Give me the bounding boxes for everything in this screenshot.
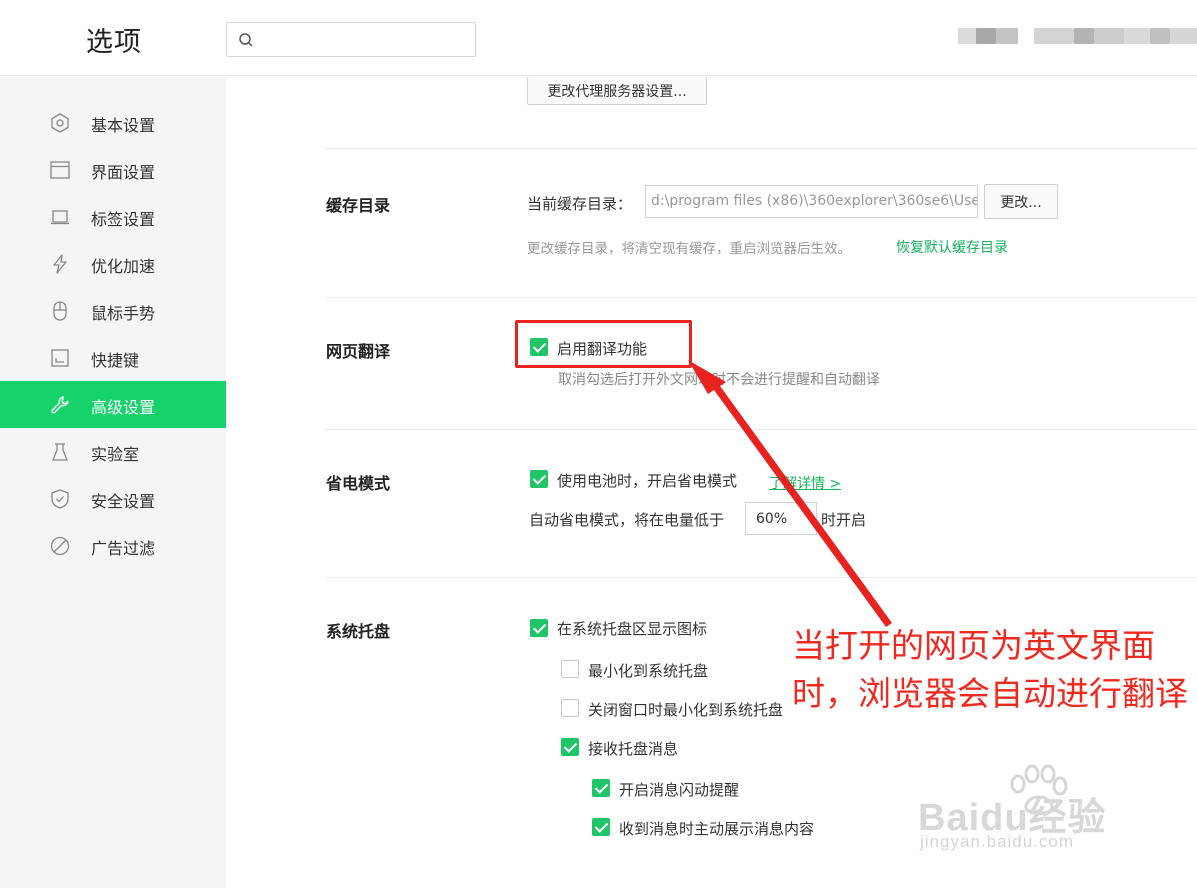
annotation-line: 当打开的网页为英文界面 — [792, 626, 1155, 665]
tray-option-label: 开启消息闪动提醒 — [619, 781, 740, 799]
sidebar-item-label: 实验室 — [91, 445, 140, 464]
change-cache-button[interactable]: 更改... — [984, 184, 1058, 219]
section-title-power: 省电模式 — [326, 474, 391, 493]
search-input[interactable] — [263, 27, 468, 52]
cache-hint-text: 更改缓存目录，将清空现有缓存，重启浏览器后生效。 — [527, 241, 851, 257]
baidu-watermark: Baidu经验 jingyan.baidu.com — [918, 762, 1158, 862]
hexagon-settings-icon — [51, 113, 69, 133]
tray-flash-alert-checkbox[interactable] — [592, 779, 610, 797]
section-divider — [325, 429, 1197, 430]
section-divider — [325, 577, 1197, 578]
sidebar-item-label: 快捷键 — [91, 351, 140, 370]
shield-icon — [51, 489, 69, 509]
sidebar-item-label: 安全设置 — [91, 492, 156, 511]
sidebar-item-label: 广告过滤 — [91, 539, 156, 558]
battery-threshold-select[interactable]: 60% — [745, 502, 817, 535]
sidebar-item-security[interactable]: 安全设置 — [0, 475, 226, 522]
section-divider — [325, 148, 1197, 149]
search-box[interactable] — [226, 22, 476, 57]
cache-current-label: 当前缓存目录： — [527, 195, 633, 213]
power-saving-label: 使用电池时，开启省电模式 — [557, 472, 738, 490]
sidebar-item-optimize[interactable]: 优化加速 — [0, 240, 226, 287]
sidebar-item-advanced[interactable]: 高级设置 — [0, 381, 226, 428]
header-bar: 选项 — [0, 0, 1197, 76]
mouse-icon — [53, 301, 67, 321]
section-title-translate: 网页翻译 — [326, 342, 391, 361]
wrench-icon — [51, 396, 69, 414]
sidebar-item-label: 鼠标手势 — [91, 304, 156, 323]
battery-threshold-value: 60% — [756, 511, 788, 527]
annotation-text: 当打开的网页为英文界面 时，浏览器会自动进行翻译 — [792, 622, 1188, 718]
search-icon — [239, 33, 253, 47]
auto-power-suffix: 时开启 — [821, 511, 867, 529]
section-divider — [325, 297, 1197, 298]
tray-option-label: 收到消息时主动展示消息内容 — [619, 820, 815, 838]
sidebar-item-mouse-gesture[interactable]: 鼠标手势 — [0, 287, 226, 334]
tray-show-icon-checkbox[interactable] — [530, 619, 548, 637]
block-icon — [50, 536, 70, 556]
tray-show-content-checkbox[interactable] — [592, 818, 610, 836]
sidebar-item-lab[interactable]: 实验室 — [0, 428, 226, 475]
sidebar-item-label: 优化加速 — [91, 257, 156, 276]
translate-hint-text: 取消勾选后打开外文网站时不会进行提醒和自动翻译 — [558, 372, 880, 388]
sidebar-item-tabs[interactable]: 标签设置 — [0, 193, 226, 240]
section-title-cache: 缓存目录 — [326, 196, 391, 215]
tray-minimize-checkbox[interactable] — [561, 660, 579, 678]
tray-option-label: 接收托盘消息 — [588, 740, 679, 758]
section-title-tray: 系统托盘 — [326, 622, 391, 641]
tray-option-label: 关闭窗口时最小化到系统托盘 — [588, 701, 784, 719]
sidebar-item-interface[interactable]: 界面设置 — [0, 146, 226, 193]
sidebar-item-label: 高级设置 — [91, 398, 156, 417]
tray-close-minimize-checkbox[interactable] — [561, 699, 579, 717]
sidebar-item-adblock[interactable]: 广告过滤 — [0, 522, 226, 569]
watermark-url: jingyan.baidu.com — [920, 832, 1075, 851]
change-proxy-button[interactable]: 更改代理服务器设置... — [527, 77, 707, 105]
power-saving-checkbox[interactable] — [530, 470, 548, 488]
sidebar-item-label: 界面设置 — [91, 163, 156, 182]
tray-receive-messages-checkbox[interactable] — [561, 738, 579, 756]
window-layout-icon — [50, 161, 70, 179]
page-title: 选项 — [86, 27, 142, 58]
tray-option-label: 最小化到系统托盘 — [588, 662, 709, 680]
cache-path-field[interactable]: d:\program files (x86)\360explorer\360se… — [645, 185, 978, 218]
power-details-link[interactable]: 了解详情 > — [769, 473, 841, 493]
sidebar-item-label: 标签设置 — [91, 210, 156, 229]
restore-cache-link[interactable]: 恢复默认缓存目录 — [896, 237, 1008, 257]
tab-icon — [51, 210, 69, 225]
tray-option-label: 在系统托盘区显示图标 — [557, 620, 708, 638]
sidebar-item-basic[interactable]: 基本设置 — [0, 99, 226, 146]
sidebar-item-shortcuts[interactable]: 快捷键 — [0, 334, 226, 381]
sidebar-item-label: 基本设置 — [91, 116, 156, 135]
annotation-line: 时，浏览器会自动进行翻译 — [792, 674, 1188, 713]
translate-highlight-box — [515, 320, 692, 368]
sidebar: 基本设置 界面设置 标签设置 优化加速 鼠标手势 快捷键 高级设置 实验室 安全… — [0, 77, 226, 888]
lightning-icon — [53, 254, 67, 274]
keyboard-shortcut-icon — [51, 349, 69, 367]
flask-icon — [52, 443, 68, 461]
auto-power-prefix: 自动省电模式，将在电量低于 — [529, 511, 725, 529]
